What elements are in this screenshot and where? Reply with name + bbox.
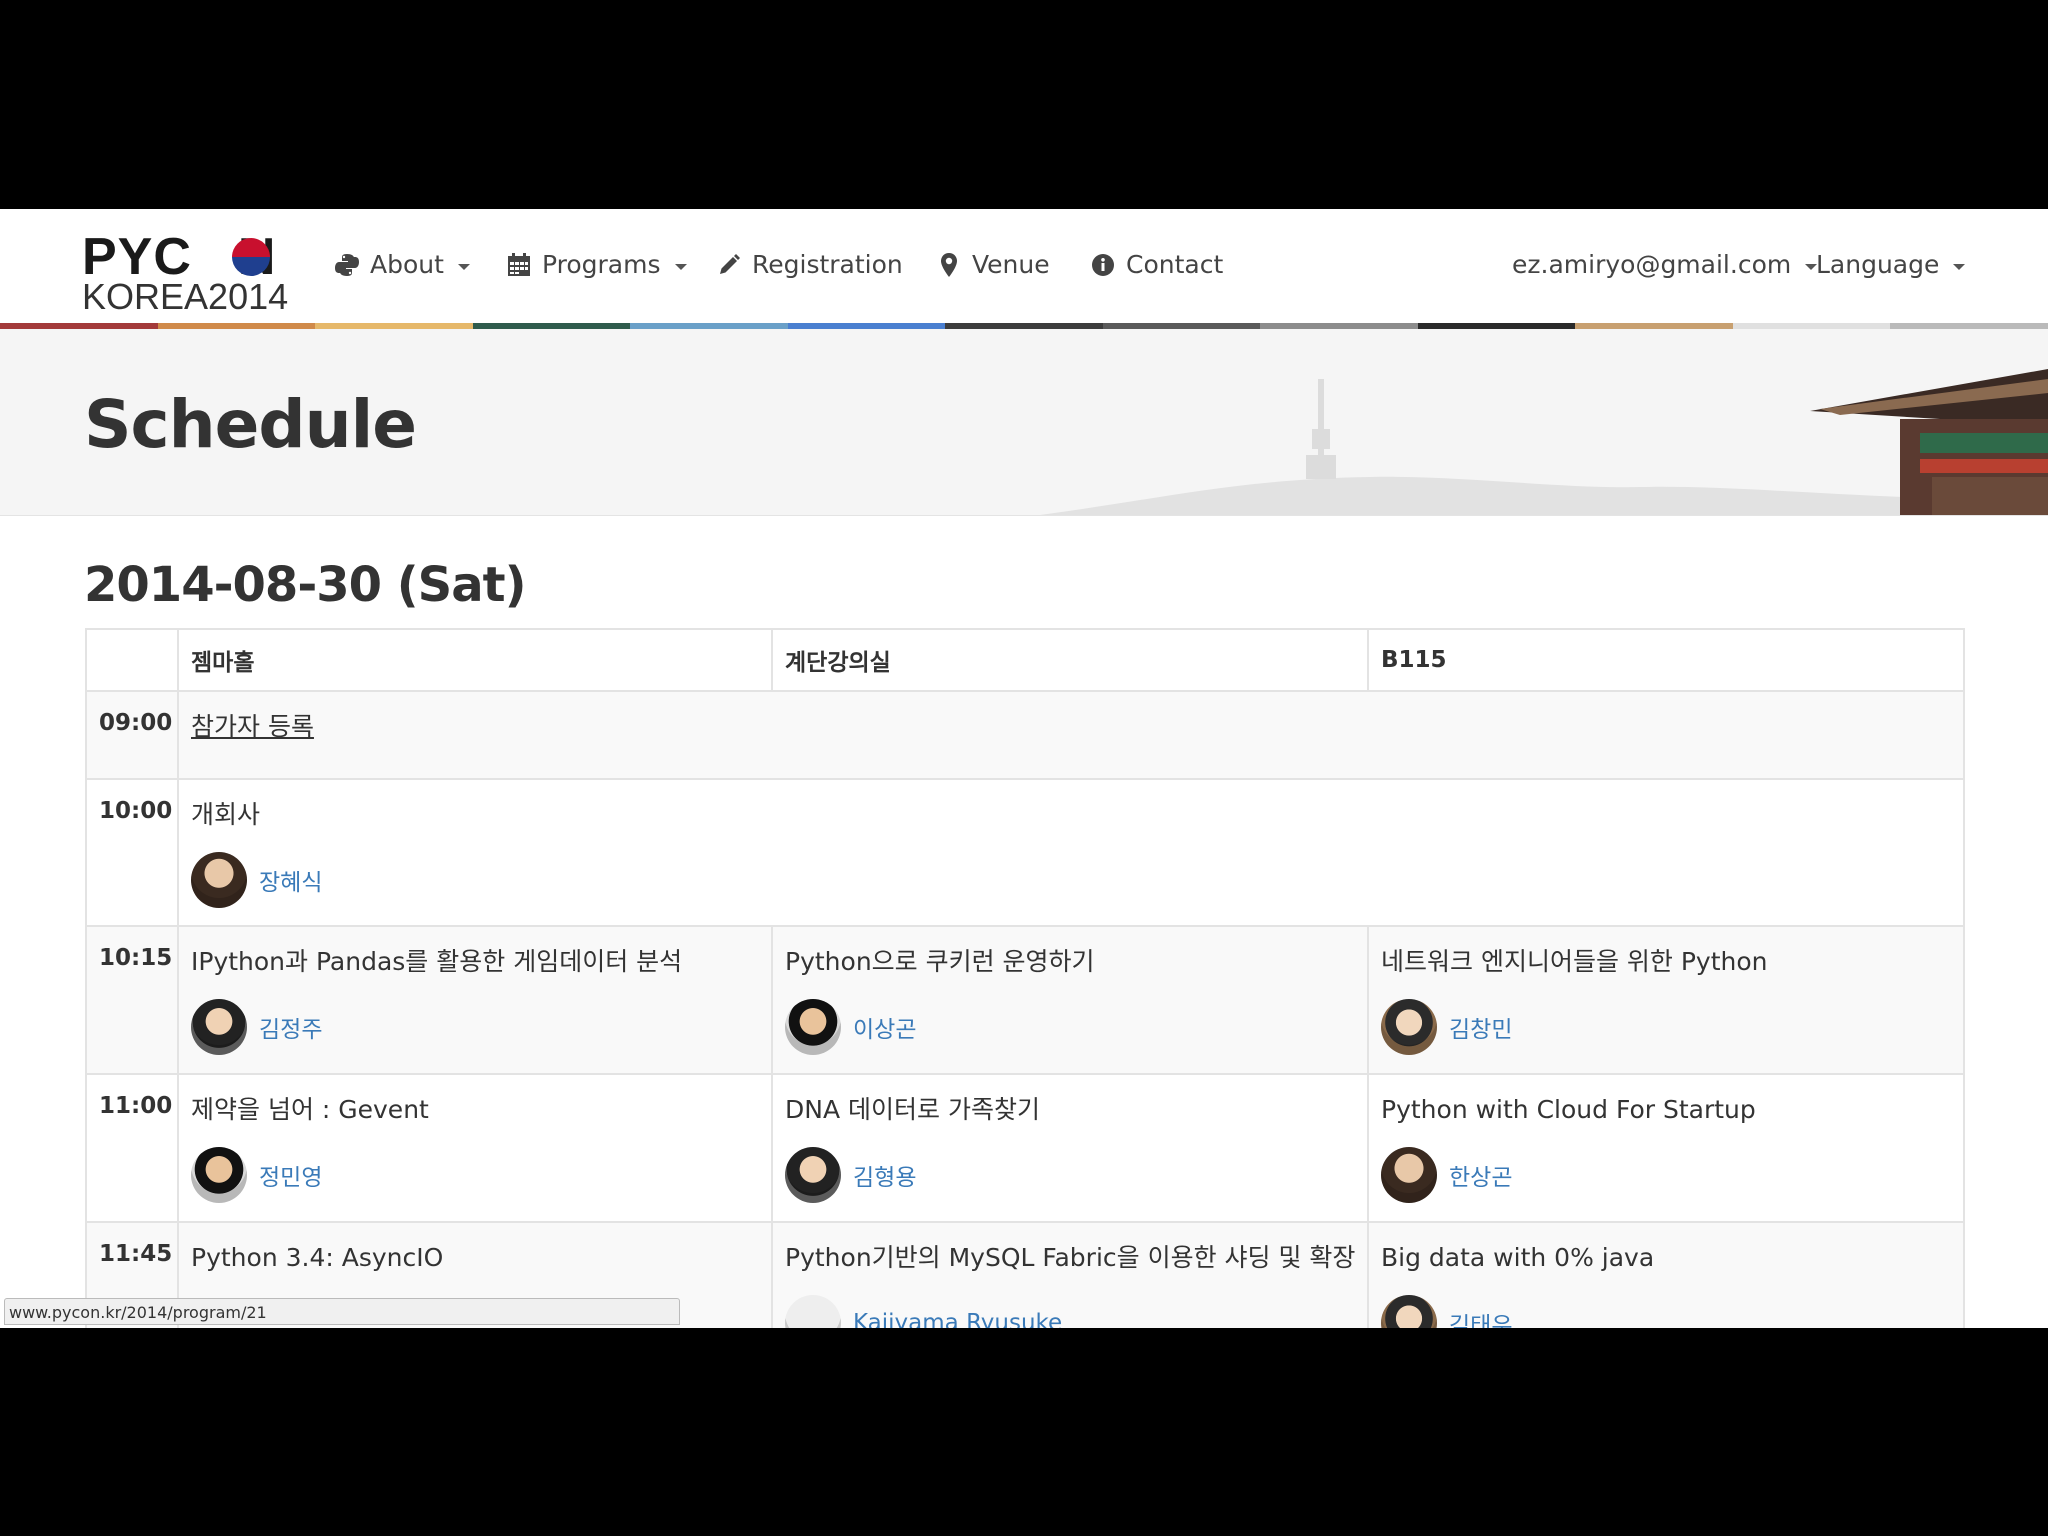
speaker-link[interactable]: 김형용 [853,1158,916,1192]
seoul-skyline-illustration [1040,369,2048,515]
logo-text-year: 2014 [208,276,289,317]
nav-contact[interactable]: Contact [1090,250,1223,280]
nav-registration-label: Registration [752,250,903,279]
room-header: 계단강의실 [771,628,1369,692]
python-icon [334,252,360,278]
table-row: 10:15 IPython과 Pandas를 활용한 게임데이터 분석 김정주 … [85,925,1965,1075]
nav-programs-label: Programs [542,250,661,279]
table-row: 09:00 참가자 등록 [85,690,1965,780]
talk-link[interactable]: 참가자 등록 [191,710,1951,744]
page-banner: Schedule [0,329,2048,516]
avatar [785,999,841,1055]
speaker: 김형용 [785,1147,1355,1203]
nav-contact-label: Contact [1126,250,1224,279]
speaker: 한상곤 [1381,1147,1951,1203]
talk-title[interactable]: 네트워크 엔지니어들을 위한 Python [1381,945,1951,979]
speaker: 김창민 [1381,999,1951,1055]
speaker-link[interactable]: 정민영 [259,1158,322,1192]
nav-registration[interactable]: Registration [716,250,903,280]
pencil-icon [716,252,742,278]
nav-venue[interactable]: Venue [936,250,1050,280]
caret-down-icon [1953,264,1966,270]
talk-title[interactable]: Big data with 0% java [1381,1241,1951,1275]
avatar [1381,1295,1437,1328]
slot-time: 10:15 [85,925,179,1075]
talk-cell: 참가자 등록 [177,690,1965,780]
slot-time: 10:00 [85,778,179,927]
avatar [191,999,247,1055]
talk-title[interactable]: Python 3.4: AsyncIO [191,1241,759,1275]
speaker-link[interactable]: 이상곤 [853,1010,916,1044]
slot-time: 09:00 [85,690,179,780]
talk-cell: Big data with 0% java 김태우 [1367,1221,1965,1328]
talk-cell: Python으로 쿠키런 운영하기 이상곤 [771,925,1369,1075]
talk-title: 개회사 [191,800,261,829]
speaker-link[interactable]: 김정주 [259,1010,322,1044]
nav-about-label: About [370,250,444,279]
taegeuk-icon [232,238,270,276]
navbar: PYCN KOREA2014 About Programs Registrati… [0,209,2048,329]
speaker-link[interactable]: Kajiyama Ryusuke [853,1310,1062,1328]
table-row: 11:00 제약을 넘어 : Gevent 정민영 DNA 데이터로 가족찾기 … [85,1073,1965,1223]
nav-user-menu[interactable]: ez.amiryo@gmail.com [1512,250,1818,280]
pycon-korea-logo[interactable]: PYCN KOREA2014 [82,227,288,317]
nav-venue-label: Venue [972,250,1050,279]
nav-programs[interactable]: Programs [506,250,687,280]
browser-status-bar: www.pycon.kr/2014/program/21 [4,1298,680,1325]
user-email: ez.amiryo@gmail.com [1512,250,1792,279]
talk-cell: DNA 데이터로 가족찾기 김형용 [771,1073,1369,1223]
schedule-table: 젬마홀 계단강의실 B115 09:00 참가자 등록 10:00 개회사 장혜… [85,628,1965,1328]
talk-title[interactable]: DNA 데이터로 가족찾기 [785,1093,1355,1127]
talk-title[interactable]: Python으로 쿠키런 운영하기 [785,945,1355,979]
speaker: 장혜식 [191,852,1951,908]
speaker-link[interactable]: 김창민 [1449,1010,1512,1044]
table-row: 10:00 개회사 장혜식 [85,778,1965,927]
info-icon [1090,252,1116,278]
speaker: 정민영 [191,1147,759,1203]
speaker-link[interactable]: 장혜식 [259,863,322,897]
talk-cell: 개회사 장혜식 [177,778,1965,927]
avatar [785,1147,841,1203]
speaker: 김태우 [1381,1295,1951,1328]
caret-down-icon [457,264,470,270]
speaker: 김정주 [191,999,759,1055]
speaker: 이상곤 [785,999,1355,1055]
nav-about[interactable]: About [334,250,470,280]
avatar [191,852,247,908]
speaker: Kajiyama Ryusuke [785,1295,1355,1328]
speaker-link[interactable]: 한상곤 [1449,1158,1512,1192]
slot-time: 11:00 [85,1073,179,1223]
browser-viewport: PYCN KOREA2014 About Programs Registrati… [0,209,2048,1328]
talk-cell: 네트워크 엔지니어들을 위한 Python 김창민 [1367,925,1965,1075]
schedule-date-heading: 2014-08-30 (Sat) [84,557,527,613]
page-title: Schedule [84,386,417,463]
caret-down-icon [674,264,687,270]
time-column-header [85,628,179,692]
talk-cell: 제약을 넘어 : Gevent 정민영 [177,1073,773,1223]
talk-title[interactable]: 제약을 넘어 : Gevent [191,1093,759,1127]
speaker-link[interactable]: 김태우 [1449,1306,1512,1328]
logo-text-korea: KOREA [82,276,209,317]
talk-title[interactable]: Python기반의 MySQL Fabric을 이용한 샤딩 및 확장 [785,1241,1355,1275]
talk-title[interactable]: IPython과 Pandas를 활용한 게임데이터 분석 [191,945,759,979]
calendar-icon [506,252,532,278]
avatar [785,1295,841,1328]
talk-cell: IPython과 Pandas를 활용한 게임데이터 분석 김정주 [177,925,773,1075]
room-header: 젬마홀 [177,628,773,692]
room-header: B115 [1367,628,1965,692]
avatar [191,1147,247,1203]
talk-cell: Python기반의 MySQL Fabric을 이용한 샤딩 및 확장 Kaji… [771,1221,1369,1328]
map-marker-icon [936,252,962,278]
nav-language[interactable]: Language [1816,250,1966,280]
talk-title[interactable]: Python with Cloud For Startup [1381,1093,1951,1127]
avatar [1381,1147,1437,1203]
talk-cell: Python with Cloud For Startup 한상곤 [1367,1073,1965,1223]
avatar [1381,999,1437,1055]
table-header-row: 젬마홀 계단강의실 B115 [85,628,1965,692]
nav-language-label: Language [1816,250,1940,279]
